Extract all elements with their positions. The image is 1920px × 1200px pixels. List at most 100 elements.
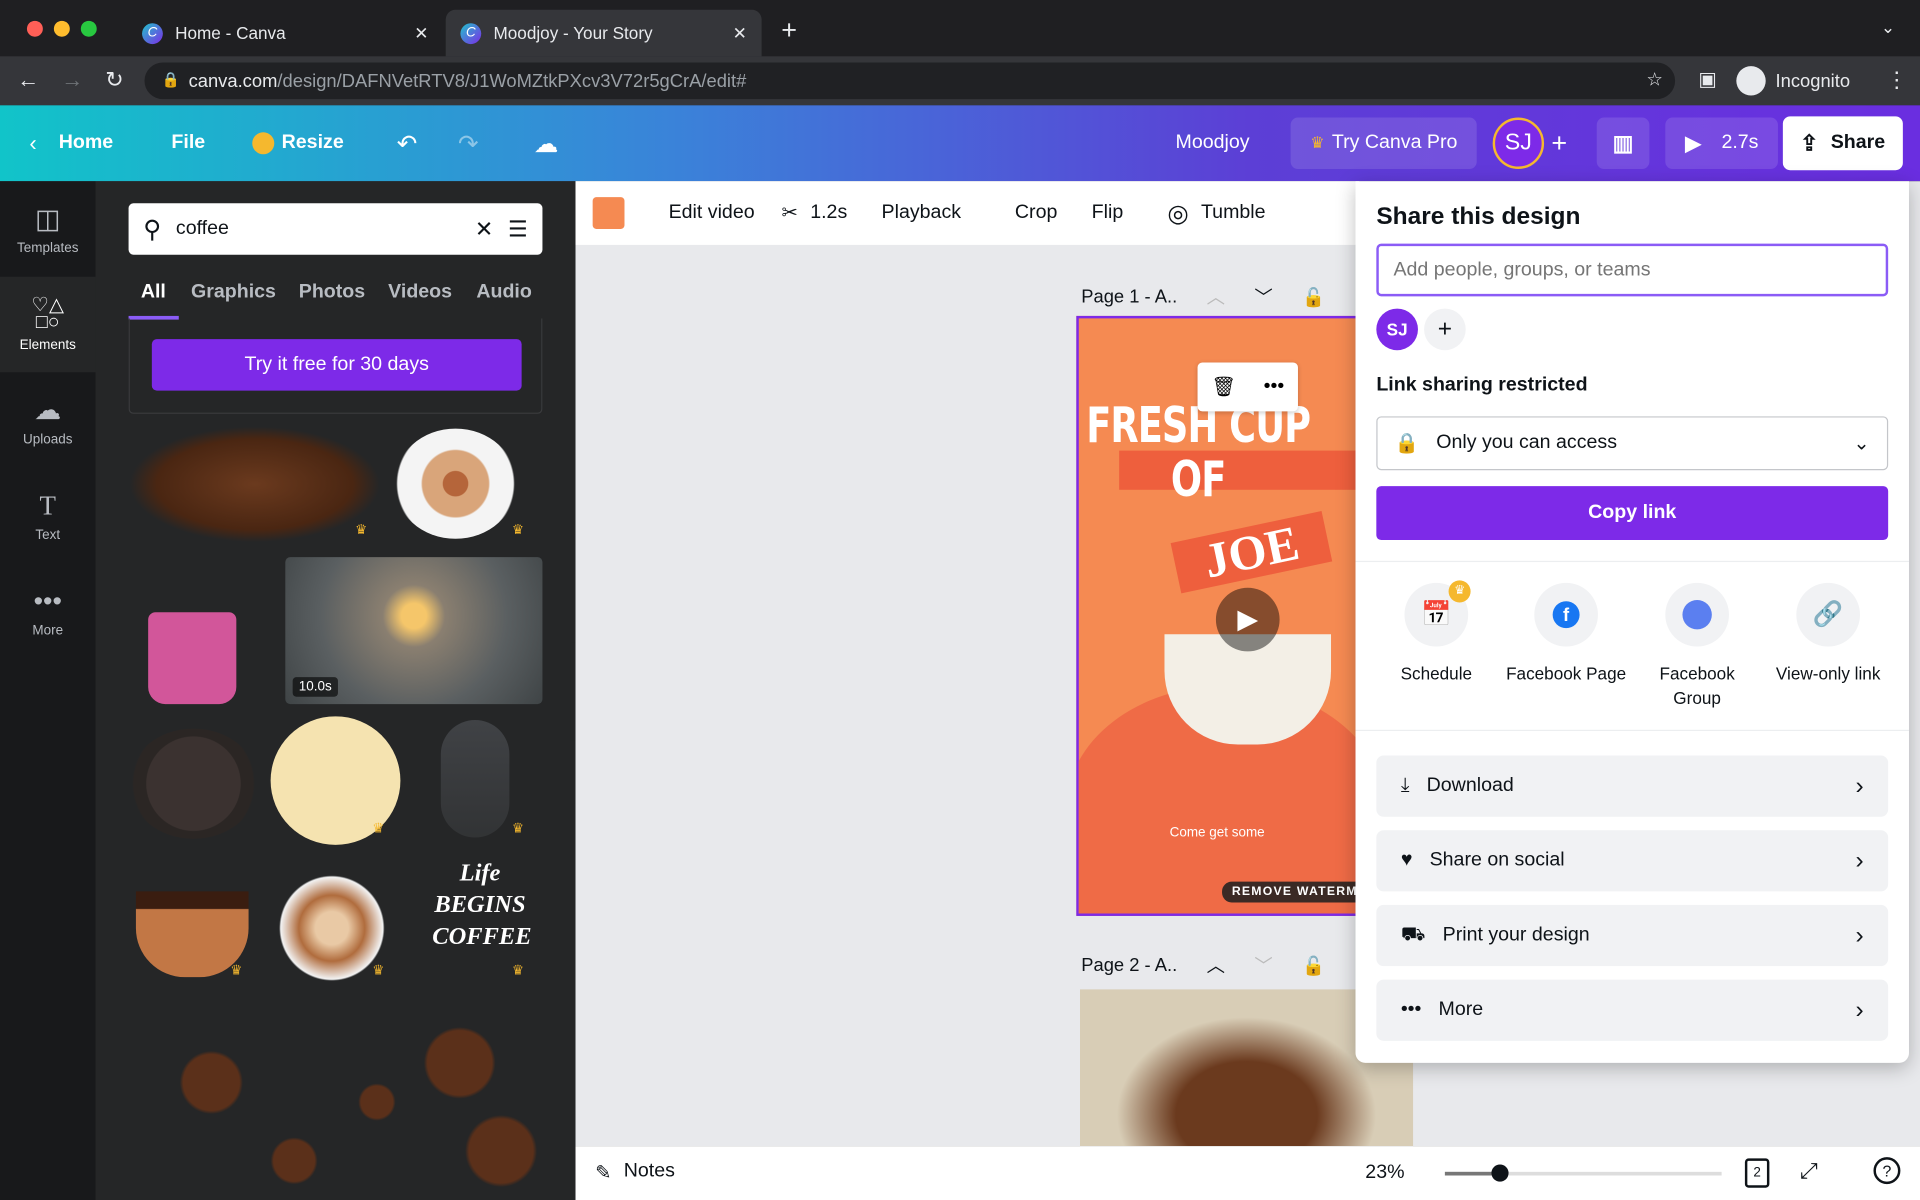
sidepanel-icon[interactable]: ▣ — [1698, 67, 1717, 91]
maximize-window-button[interactable] — [80, 20, 97, 37]
truck-icon: ⛟ — [1400, 924, 1426, 946]
share-option-facebook-group[interactable]: Facebook Group — [1636, 582, 1758, 710]
flip-button[interactable]: Flip — [1092, 202, 1124, 224]
share-button[interactable]: ⇪ Share — [1782, 116, 1903, 171]
sidebar-item-text[interactable]: T Text — [0, 468, 96, 564]
filter-tab-videos[interactable]: Videos — [388, 282, 452, 304]
browser-menu-icon[interactable]: ⋮ — [1886, 67, 1908, 93]
share-option-schedule[interactable]: 📅 ♛ Schedule — [1375, 580, 1497, 686]
design-name-label: Moodjoy — [1175, 132, 1250, 154]
edit-video-button[interactable]: Edit video — [669, 202, 755, 224]
smoke-graphic[interactable] — [440, 720, 510, 838]
move-up-icon[interactable]: ︿ — [1207, 284, 1225, 310]
lock-icon[interactable]: 🔓 — [1302, 286, 1325, 308]
tab-search-chevron-icon[interactable]: ⌄ — [1881, 17, 1895, 38]
user-avatar[interactable]: SJ — [1492, 117, 1545, 169]
filter-tab-audio[interactable]: Audio — [476, 282, 532, 304]
copy-link-button[interactable]: Copy link — [1376, 486, 1889, 541]
try-free-button[interactable]: Try it free for 30 days — [151, 339, 522, 391]
color-swatch[interactable] — [592, 197, 625, 229]
close-window-button[interactable] — [26, 20, 43, 37]
filter-sliders-icon[interactable]: ☰ — [508, 216, 528, 242]
bookmark-star-icon[interactable]: ☆ — [1646, 69, 1662, 91]
page-count-button[interactable]: 2 — [1744, 1158, 1770, 1188]
undo-button[interactable]: ↶ — [397, 105, 418, 181]
page-1-title[interactable]: Page 1 - A.. — [1081, 287, 1177, 308]
design-title: FRESH CUP OF — [1079, 399, 1318, 507]
download-row[interactable]: ⤓ Download › — [1376, 755, 1889, 817]
sidebar-item-uploads[interactable]: ☁ Uploads — [0, 372, 96, 468]
move-up-icon[interactable]: ︿ — [1207, 953, 1225, 979]
incognito-profile[interactable]: Incognito — [1736, 65, 1850, 97]
browser-tab-home[interactable]: C Home - Canva ✕ — [127, 10, 443, 57]
design-name[interactable]: Moodjoy — [1176, 105, 1250, 181]
pink-mug-graphic[interactable] — [148, 612, 237, 705]
move-down-icon[interactable]: ﹀ — [1254, 284, 1272, 310]
access-dropdown[interactable]: 🔒 Only you can access ⌄ — [1376, 416, 1889, 471]
latte-art-outline-graphic[interactable] — [128, 728, 259, 839]
sidebar-item-elements[interactable]: ♡△ □○ Elements — [0, 276, 96, 373]
crop-button[interactable]: Crop — [1015, 202, 1057, 224]
collaborator-avatar[interactable]: SJ — [1376, 308, 1418, 351]
latte-cup-graphic[interactable] — [394, 428, 517, 539]
url-input[interactable]: 🔒 canva.com/design/DAFNVetRTV8/J1WoMZtkP… — [144, 62, 1676, 100]
clear-search-icon[interactable]: ✕ — [475, 216, 493, 242]
close-tab-icon[interactable]: ✕ — [733, 23, 747, 44]
remove-watermark-button[interactable]: REMOVE WATERM — [1222, 881, 1356, 903]
fullscreen-icon[interactable]: ⤢ — [1800, 1158, 1818, 1184]
scattered-beans-graphic[interactable] — [128, 1004, 543, 1200]
filter-tab-all[interactable]: All — [141, 282, 166, 304]
zoom-slider-thumb[interactable] — [1491, 1164, 1509, 1182]
forward-icon[interactable]: → — [61, 67, 83, 93]
browser-tab-moodjoy[interactable]: C Moodjoy - Your Story ✕ — [445, 9, 762, 57]
share-option-facebook-page[interactable]: f Facebook Page — [1505, 582, 1627, 686]
delete-icon[interactable]: 🗑 — [1211, 375, 1236, 399]
try-canva-pro-button[interactable]: ♛ Try Canva Pro — [1290, 117, 1477, 169]
resize-button[interactable]: Resize — [252, 105, 344, 181]
back-icon[interactable]: ← — [17, 67, 39, 93]
present-button[interactable]: ▶ 2.7s — [1665, 117, 1779, 169]
campfire-video[interactable]: 10.0s — [285, 557, 543, 705]
filter-tab-photos[interactable]: Photos — [299, 282, 365, 304]
scissors-icon[interactable]: ✂ — [782, 201, 798, 225]
sidebar-item-templates[interactable]: ◫ Templates — [0, 181, 96, 277]
close-tab-icon[interactable]: ✕ — [414, 23, 428, 44]
share-option-view-only-link[interactable]: 🔗 View-only link — [1767, 582, 1889, 686]
page-2-title[interactable]: Page 2 - A.. — [1081, 955, 1177, 976]
insights-icon[interactable]: ▥ — [1596, 117, 1650, 169]
redo-button[interactable]: ↷ — [458, 105, 479, 181]
notes-button[interactable]: ✎ Notes — [595, 1161, 675, 1185]
add-people-input[interactable] — [1376, 243, 1889, 297]
home-button[interactable]: ‹ Home — [29, 105, 113, 181]
url-path: /design/DAFNVetRTV8/J1WoMZtkPXcv3V72r5gC… — [277, 70, 747, 92]
coffee-beans-graphic[interactable] — [128, 426, 381, 543]
print-design-row[interactable]: ⛟ Print your design › — [1376, 904, 1889, 967]
help-icon[interactable]: ? — [1873, 1157, 1901, 1185]
filter-tab-graphics[interactable]: Graphics — [191, 282, 276, 304]
share-on-social-row[interactable]: ♥ Share on social › — [1376, 830, 1889, 892]
canva-favicon-icon: C — [460, 22, 482, 44]
row-label: Share on social — [1429, 849, 1565, 871]
lock-icon[interactable]: 🔓 — [1302, 954, 1325, 977]
new-tab-button[interactable]: + — [781, 15, 797, 47]
tumble-animation-icon: ◎ — [1167, 200, 1189, 228]
tumble-animation-button[interactable]: Tumble — [1201, 202, 1266, 224]
zoom-percentage[interactable]: 23% — [1365, 1162, 1404, 1184]
sidebar-item-more[interactable]: ••• More — [0, 563, 96, 659]
zoom-slider[interactable] — [1444, 1164, 1722, 1182]
trim-duration-button[interactable]: 1.2s — [810, 202, 847, 224]
more-options-icon[interactable]: ••• — [1264, 376, 1285, 398]
search-input[interactable]: ⚲ coffee ✕ ☰ — [128, 203, 543, 255]
invite-button[interactable]: + — [1551, 105, 1567, 181]
reload-icon[interactable]: ↻ — [105, 67, 123, 93]
file-menu-button[interactable]: File — [171, 105, 205, 181]
playback-button[interactable]: Playback — [882, 202, 961, 224]
cloud-saved-icon[interactable]: ☁ — [534, 105, 558, 181]
chevron-down-icon: ⌄ — [1853, 433, 1870, 455]
play-video-icon[interactable]: ▶ — [1215, 587, 1280, 652]
add-collaborator-button[interactable]: + — [1424, 308, 1466, 351]
move-down-icon[interactable]: ﹀ — [1254, 953, 1272, 979]
minimize-window-button[interactable] — [53, 20, 70, 37]
elements-icon: ♡△ □○ — [31, 294, 65, 333]
more-row[interactable]: ••• More › — [1376, 979, 1889, 1041]
